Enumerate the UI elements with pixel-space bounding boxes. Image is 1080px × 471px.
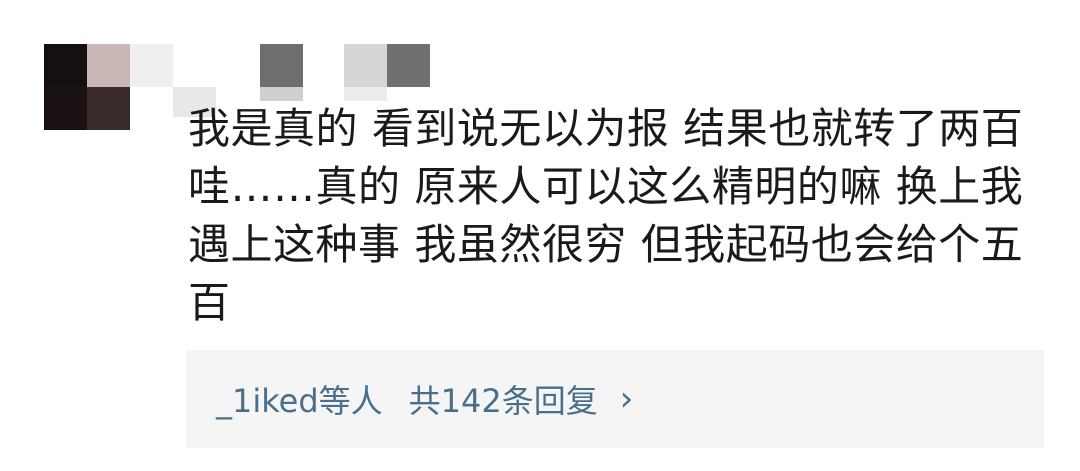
avatar-mosaic-cell xyxy=(87,87,130,130)
avatar-mosaic-cell xyxy=(44,87,87,130)
username-mosaic-cell xyxy=(344,87,387,101)
username-mosaic-cell xyxy=(387,44,430,87)
chevron-right-icon: › xyxy=(619,379,634,419)
comment-text: 我是真的 看到说无以为报 结果也就转了两百 哇……真的 原来人可以这么精明的嘛 … xyxy=(188,104,1038,327)
view-replies-button[interactable]: _1iked等人 共142条回复 › xyxy=(186,350,1044,448)
avatar-mosaic-cell xyxy=(44,44,87,87)
username-mosaic-cell xyxy=(260,44,303,87)
reply-count-label: 共142条回复 xyxy=(408,382,598,420)
avatar[interactable] xyxy=(44,44,130,130)
reply-users-label: _1iked等人 xyxy=(216,382,383,420)
username-mosaic-cell xyxy=(260,87,303,101)
username-mosaic-cell xyxy=(344,44,387,87)
avatar-mosaic-cell xyxy=(87,44,130,87)
comment-item: 我是真的 看到说无以为报 结果也就转了两百 哇……真的 原来人可以这么精明的嘛 … xyxy=(0,0,1080,471)
username-mosaic-cell xyxy=(130,44,173,87)
